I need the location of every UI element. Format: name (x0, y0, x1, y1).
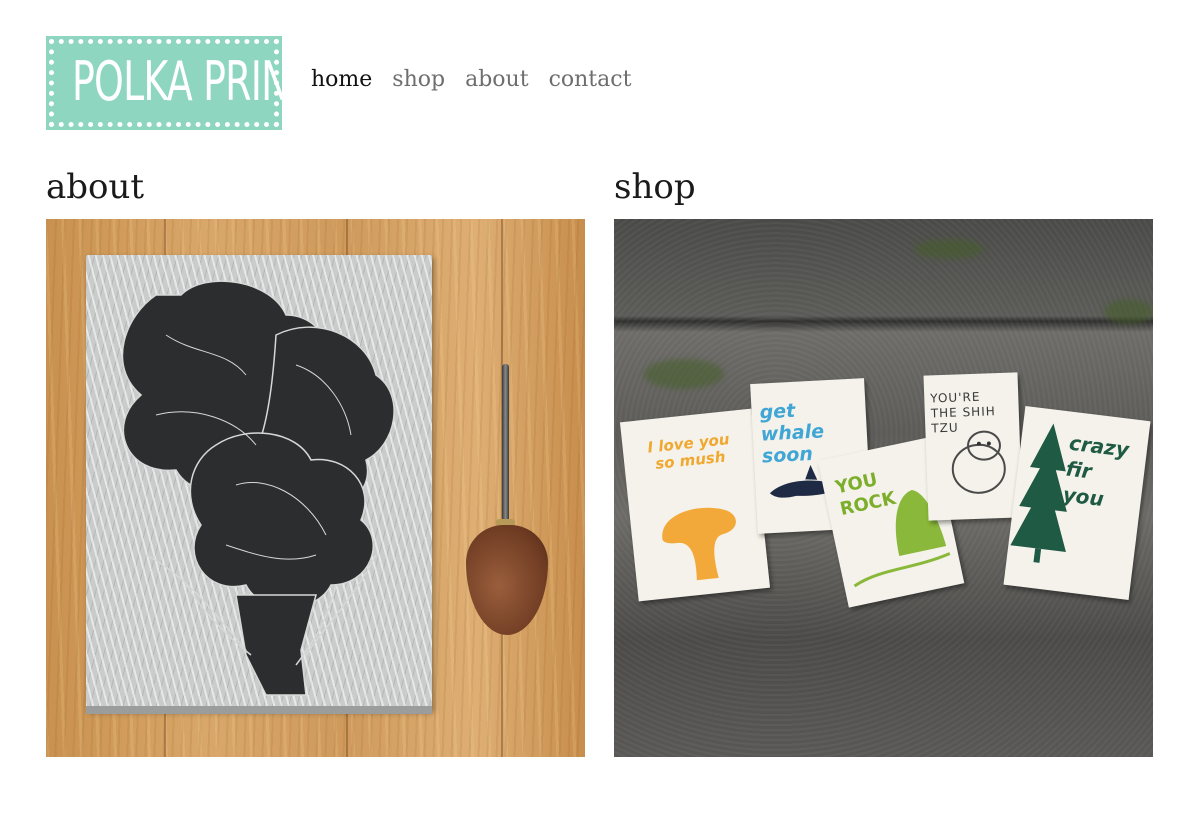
peony-carving (121, 280, 395, 696)
moss-patch (1104, 299, 1153, 324)
linocut-block (86, 255, 432, 710)
about-image[interactable] (46, 219, 585, 757)
shop-heading[interactable]: shop (614, 166, 696, 208)
block-edge (86, 706, 432, 714)
polka-prints-logo[interactable]: POLKA PRINTS (46, 36, 335, 130)
moss-patch (914, 239, 984, 259)
moss-patch (644, 359, 724, 389)
card-crazy-fir-you: crazy fir you (1003, 405, 1151, 601)
carving-tool-shaft (502, 364, 509, 524)
card-love-you-so-mush: I love you so mush (619, 408, 771, 602)
main-nav: home shop about contact (311, 67, 631, 92)
about-heading[interactable]: about (46, 166, 144, 208)
shop-image[interactable]: I love you so mush get whale soon YOU RO… (614, 219, 1153, 757)
nav-contact[interactable]: contact (549, 67, 632, 92)
nav-about[interactable]: about (465, 67, 528, 92)
carving-tool-handle (466, 525, 548, 635)
dog-icon (951, 430, 1006, 494)
chanterelle-icon (662, 507, 736, 581)
fir-tree-icon (1010, 423, 1067, 563)
card-shih-tzu: YOU'RE THE SHIH TZU (923, 372, 1023, 521)
logo-text: POLKA PRINTS (71, 50, 335, 113)
nav-home[interactable]: home (311, 67, 372, 92)
nav-shop[interactable]: shop (392, 67, 445, 92)
